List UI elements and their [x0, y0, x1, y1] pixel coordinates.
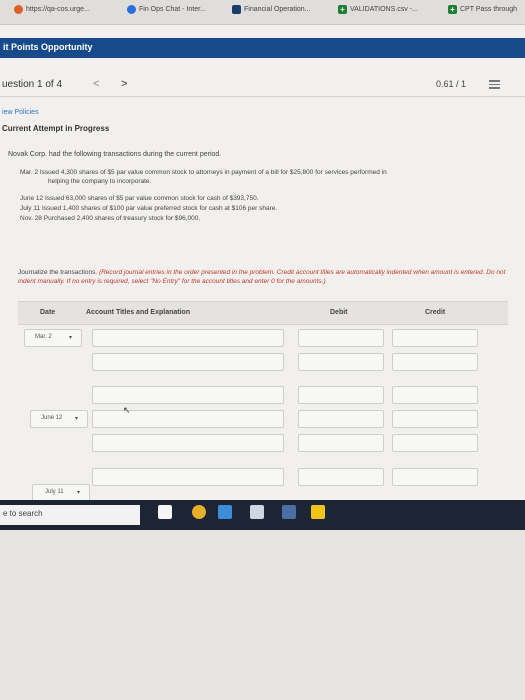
desk-surface	[0, 530, 525, 700]
view-policies-link[interactable]: iew Policies	[2, 109, 39, 116]
date-select-value: Mar. 2	[35, 334, 52, 340]
problem-statement: Novak Corp. had the following transactio…	[8, 151, 222, 158]
file-explorer-icon[interactable]	[311, 505, 325, 519]
browser-tab-4[interactable]: + VALIDATIONS.csv -...	[338, 5, 418, 14]
date-select-value: July 11	[45, 489, 64, 495]
question-counter: uestion 1 of 4	[2, 79, 63, 90]
journal-table-header: Date Account Titles and Explanation Debi…	[18, 301, 508, 325]
transaction-date: July 11	[20, 205, 41, 212]
browser-tab-1[interactable]: https://qa-cos.urge...	[14, 5, 90, 14]
debit-input[interactable]	[298, 434, 384, 452]
transaction-row: June 12 Issued 63,000 shares of $5 par v…	[20, 194, 259, 203]
page-header: it Points Opportunity	[0, 38, 525, 58]
debit-input[interactable]	[298, 353, 384, 371]
app-icon[interactable]	[250, 505, 264, 519]
transaction-row: Mar. 2 Issued 4,300 shares of $5 par val…	[20, 168, 387, 186]
spreadsheet-icon: +	[448, 5, 457, 14]
credit-input[interactable]	[392, 353, 478, 371]
transaction-date: Mar. 2	[20, 169, 39, 176]
question-bar: uestion 1 of 4 < > 0.61 / 1	[0, 74, 525, 97]
account-title-input[interactable]	[92, 468, 284, 486]
transaction-date: Nov. 28	[20, 215, 42, 222]
debit-input[interactable]	[298, 386, 384, 404]
debit-column-header: Debit	[330, 309, 348, 316]
transaction-text-continued: helping the company to incorporate.	[48, 178, 152, 185]
list-menu-icon[interactable]	[489, 80, 500, 89]
task-view-icon[interactable]	[158, 505, 172, 519]
taskbar-search-text: e to search	[3, 509, 43, 518]
debit-input[interactable]	[298, 410, 384, 428]
previous-question-button[interactable]: <	[93, 78, 99, 90]
account-title-input[interactable]	[92, 386, 284, 404]
date-select[interactable]: Mar. 2 ▾	[24, 329, 82, 347]
chevron-down-icon: ▾	[69, 335, 73, 341]
browser-tab-bar: https://qa-cos.urge... Fin Ops Chat - In…	[0, 0, 525, 25]
browser-tab-2[interactable]: Fin Ops Chat - Inter...	[127, 5, 206, 14]
credit-input[interactable]	[392, 329, 478, 347]
transaction-text: Purchased 2,400 shares of treasury stock…	[43, 215, 201, 222]
transaction-text: Issued 4,300 shares of $5 par value comm…	[39, 169, 387, 176]
credit-input[interactable]	[392, 434, 478, 452]
spreadsheet-icon: +	[338, 5, 347, 14]
site-icon	[14, 5, 23, 14]
credit-input[interactable]	[392, 410, 478, 428]
account-title-input[interactable]	[92, 434, 284, 452]
date-select[interactable]: June 12 ▾	[30, 410, 88, 428]
screen: https://qa-cos.urge... Fin Ops Chat - In…	[0, 0, 525, 530]
transaction-row: Nov. 28 Purchased 2,400 shares of treasu…	[20, 214, 200, 223]
browser-tab-5[interactable]: + CPT Pass through	[448, 5, 517, 14]
transaction-date: June 12	[20, 195, 44, 202]
app-icon[interactable]	[282, 505, 296, 519]
date-select-value: June 12	[41, 415, 63, 421]
date-column-header: Date	[40, 309, 56, 316]
page-title: it Points Opportunity	[3, 42, 93, 52]
chevron-down-icon: ▾	[75, 416, 79, 422]
chat-icon	[127, 5, 136, 14]
photos-icon[interactable]	[218, 505, 232, 519]
account-column-header: Account Titles and Explanation	[86, 309, 191, 316]
credit-input[interactable]	[392, 468, 478, 486]
chevron-down-icon: ▾	[77, 490, 81, 496]
debit-input[interactable]	[298, 329, 384, 347]
account-title-input[interactable]	[92, 329, 284, 347]
transaction-row: July 11 Issued 1,400 shares of $100 par …	[20, 204, 277, 213]
transaction-text: Issued 63,000 shares of $5 par value com…	[44, 195, 259, 202]
instructions-text: Journalize the transactions.	[18, 269, 98, 276]
chrome-icon[interactable]	[192, 505, 206, 519]
account-title-input[interactable]	[92, 410, 284, 428]
credit-column-header: Credit	[425, 309, 446, 316]
mouse-cursor-icon: ↖	[123, 405, 131, 415]
next-question-button[interactable]: >	[121, 78, 127, 90]
score-display: 0.61 / 1	[436, 79, 467, 89]
account-title-input[interactable]	[92, 353, 284, 371]
instructions: Journalize the transactions. (Record jou…	[18, 268, 518, 286]
attempt-status: Current Attempt in Progress	[2, 124, 110, 133]
browser-tab-3[interactable]: Financial Operation...	[232, 5, 311, 14]
taskbar-search-box[interactable]: e to search	[0, 505, 140, 525]
debit-input[interactable]	[298, 468, 384, 486]
credit-input[interactable]	[392, 386, 478, 404]
document-icon	[232, 5, 241, 14]
transaction-text: Issued 1,400 shares of $100 par value pr…	[41, 205, 278, 212]
